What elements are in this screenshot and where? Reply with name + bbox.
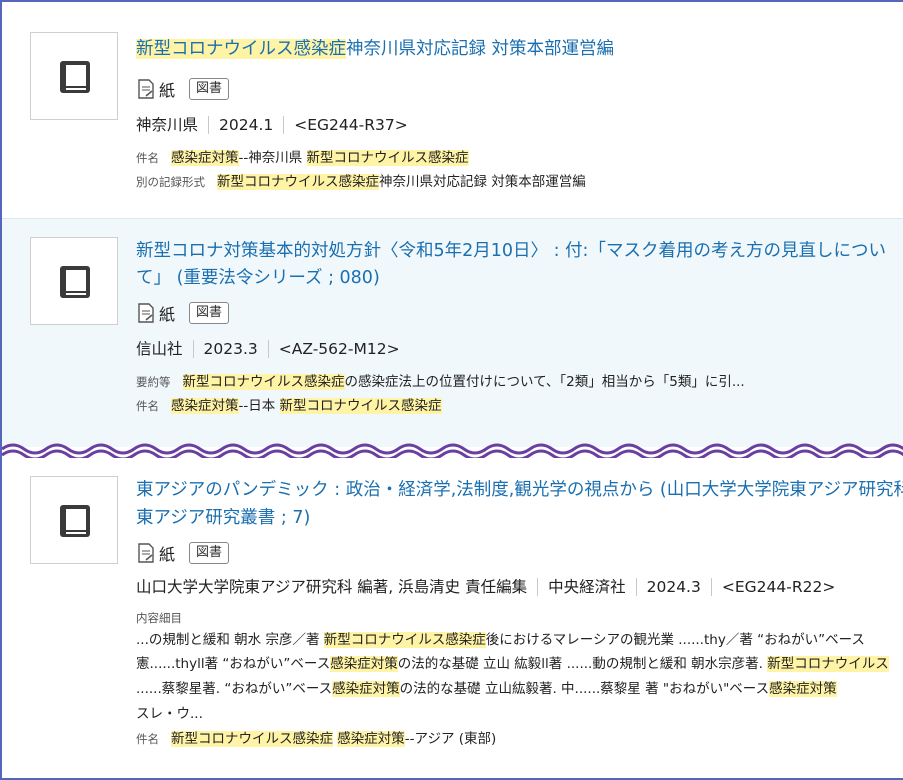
book-thumbnail[interactable] — [30, 32, 118, 120]
book-icon — [60, 505, 90, 537]
result-record-3: 東アジアのパンデミック : 政治・経済学,法制度,観光学の視点から (山口大学大… — [2, 458, 903, 778]
paper-document-icon — [138, 303, 154, 323]
subject-field: 件名 感染症対策--神奈川県 新型コロナウイルス感染症 — [136, 150, 469, 166]
media-type: 紙 図書 — [136, 540, 230, 566]
contents-line-1: ...の規制と緩和 朝水 宗彦／著 新型コロナウイルス感染症後におけるマレーシア… — [136, 632, 865, 648]
paper-document-icon — [138, 79, 154, 99]
record-title-line2[interactable]: 東アジア研究叢書 ; 7) — [136, 506, 903, 531]
paper-document-icon — [138, 543, 154, 563]
record-title-line2[interactable]: て」 (重要法令シリーズ ; 080) — [136, 266, 903, 291]
contents-label: 内容細目 — [136, 611, 182, 625]
record-meta: 信山社 2023.3 <AZ-562-M12> — [136, 338, 400, 360]
contents-line-4: スレ・ウ... — [136, 706, 203, 722]
subject-field: 件名 感染症対策--日本 新型コロナウイルス感染症 — [136, 398, 442, 414]
media-type: 紙 図書 — [136, 76, 230, 102]
book-thumbnail[interactable] — [30, 237, 118, 325]
call-number: <EG244-R22> — [721, 578, 836, 596]
publisher: 信山社 — [136, 340, 183, 358]
contents-line-3: ......蔡黎星著. “おねがい”ベース感染症対策の法的な基礎 立山紘毅著. … — [136, 681, 837, 697]
result-record-2: 新型コロナ対策基本的対処方針〈令和5年2月10日〉 : 付:「マスク着用の考え方… — [2, 219, 903, 447]
type-badge: 図書 — [189, 542, 230, 564]
record-title[interactable]: 新型コロナウイルス感染症神奈川県対応記録 対策本部運営編 — [136, 37, 903, 62]
call-number: <EG244-R37> — [294, 116, 408, 134]
record-meta: 山口大学大学院東アジア研究科 編著, 浜島清史 責任編集 中央経済社 2024.… — [136, 576, 835, 598]
book-icon — [60, 266, 90, 298]
publish-date: 2024.1 — [219, 116, 274, 134]
publish-date: 2023.3 — [203, 340, 258, 358]
publisher: 神奈川県 — [136, 116, 199, 134]
type-badge: 図書 — [189, 302, 230, 324]
contents-line-2: 憲......thyll著 “おねがい”ベース感染症対策の法的な基礎 立山 紘毅… — [136, 656, 889, 672]
record-title[interactable]: 新型コロナ対策基本的対処方針〈令和5年2月10日〉 : 付:「マスク着用の考え方… — [136, 239, 903, 264]
media-type: 紙 図書 — [136, 300, 230, 326]
call-number: <AZ-562-M12> — [278, 340, 400, 358]
publisher: 中央経済社 — [548, 578, 626, 596]
record-meta: 神奈川県 2024.1 <EG244-R37> — [136, 114, 408, 136]
publish-date: 2024.3 — [646, 578, 701, 596]
page-break-divider — [2, 443, 903, 459]
summary-field: 要約等 新型コロナウイルス感染症の感染症法上の位置付けについて、「2類」相当から「… — [136, 374, 745, 390]
book-icon — [60, 61, 90, 93]
search-results-frame: 新型コロナウイルス感染症神奈川県対応記録 対策本部運営編 紙 図書 神奈川県 2… — [0, 0, 903, 780]
alt-format-field: 別の記録形式 新型コロナウイルス感染症神奈川県対応記録 対策本部運営編 — [136, 174, 586, 190]
result-record-1: 新型コロナウイルス感染症神奈川県対応記録 対策本部運営編 紙 図書 神奈川県 2… — [2, 2, 903, 219]
subject-field: 件名 新型コロナウイルス感染症 感染症対策--アジア (東部) — [136, 731, 497, 747]
book-thumbnail[interactable] — [30, 476, 118, 564]
record-title[interactable]: 東アジアのパンデミック : 政治・経済学,法制度,観光学の視点から (山口大学大… — [136, 478, 903, 503]
authors: 山口大学大学院東アジア研究科 編著, 浜島清史 責任編集 — [136, 578, 528, 596]
type-badge: 図書 — [189, 78, 230, 100]
